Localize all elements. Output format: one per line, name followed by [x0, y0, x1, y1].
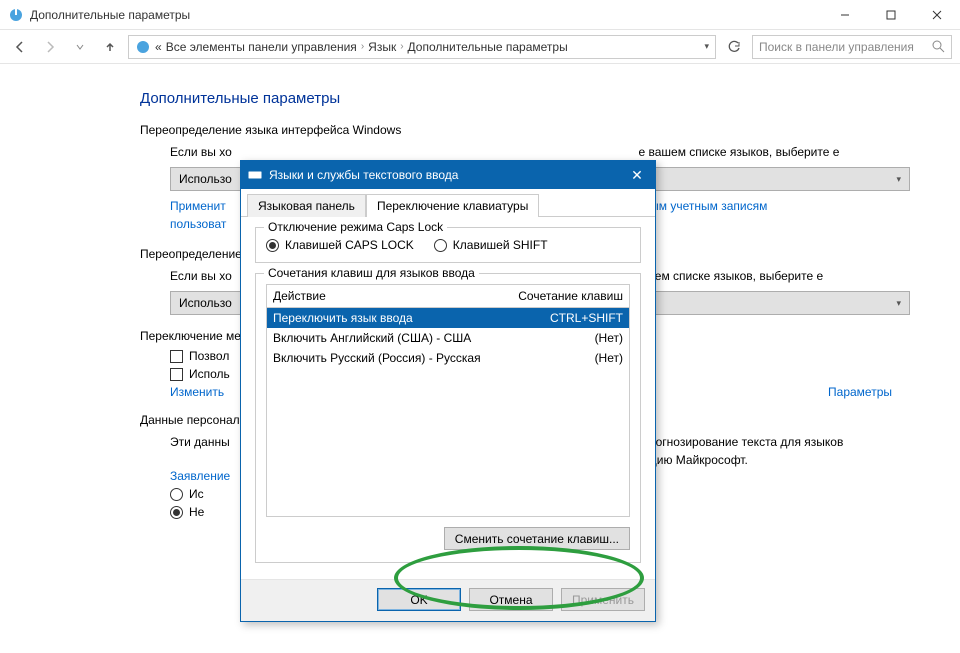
- dialog-buttons: OK Отмена Применить: [241, 579, 655, 621]
- breadcrumb[interactable]: « Все элементы панели управления › Язык …: [128, 35, 716, 59]
- change-key-sequence-button[interactable]: Сменить сочетание клавиш...: [444, 527, 630, 550]
- list-item[interactable]: Переключить язык ввода CTRL+SHIFT: [267, 308, 629, 328]
- control-panel-icon: [135, 39, 151, 55]
- maximize-button[interactable]: [868, 0, 914, 30]
- radio-icon: [170, 488, 183, 501]
- apply-link[interactable]: Применит: [170, 199, 226, 213]
- caps-lock-group: Отключение режима Caps Lock Клавишей CAP…: [255, 227, 641, 263]
- refresh-button[interactable]: [722, 35, 746, 59]
- hotkeys-group: Сочетания клавиш для языков ввода Действ…: [255, 273, 641, 563]
- radio-icon: [434, 239, 447, 252]
- control-panel-icon: [8, 7, 24, 23]
- chevron-down-icon[interactable]: ▾: [704, 41, 709, 52]
- checkbox-icon: [170, 350, 183, 363]
- radio-caps-lock-key[interactable]: Клавишей CAPS LOCK: [266, 238, 414, 252]
- breadcrumb-seg2[interactable]: Язык: [368, 40, 396, 54]
- cancel-button[interactable]: Отмена: [469, 588, 553, 611]
- list-item[interactable]: Включить Английский (США) - США (Нет): [267, 328, 629, 348]
- search-placeholder: Поиск в панели управления: [759, 40, 914, 54]
- combo-value: Использо: [179, 172, 232, 186]
- tab-keyboard-switch[interactable]: Переключение клавиатуры: [366, 194, 539, 217]
- radio-icon: [170, 506, 183, 519]
- section1-text: Если вы хо е вашем списке языков, выбери…: [170, 143, 906, 161]
- section-override-display-lang: Переопределение языка интерфейса Windows: [140, 123, 906, 137]
- radio-shift-key[interactable]: Клавишей SHIFT: [434, 238, 548, 252]
- chevron-right-icon: ›: [400, 41, 403, 52]
- ok-button[interactable]: OK: [377, 588, 461, 611]
- apply-button[interactable]: Применить: [561, 588, 645, 611]
- caps-lock-legend: Отключение режима Caps Lock: [264, 220, 447, 234]
- privacy-statement-link[interactable]: Заявление: [170, 469, 230, 483]
- hotkey-list-header: Действие Сочетание клавиш: [266, 284, 630, 307]
- combo-value: Использо: [179, 296, 232, 310]
- dialog-tabs: Языковая панель Переключение клавиатуры: [241, 189, 655, 217]
- breadcrumb-prefix: «: [155, 40, 162, 54]
- breadcrumb-seg3[interactable]: Дополнительные параметры: [408, 40, 568, 54]
- change-hotkeys-link[interactable]: Изменить: [170, 385, 224, 399]
- checkbox-icon: [170, 368, 183, 381]
- close-button[interactable]: [914, 0, 960, 30]
- page-title: Дополнительные параметры: [140, 90, 906, 107]
- forward-button[interactable]: [38, 35, 62, 59]
- col-action: Действие: [273, 289, 326, 303]
- window-titlebar: Дополнительные параметры: [0, 0, 960, 30]
- tab-language-bar[interactable]: Языковая панель: [247, 194, 366, 217]
- list-item[interactable]: Включить Русский (Россия) - Русская (Нет…: [267, 348, 629, 368]
- parameters-link[interactable]: Параметры: [828, 385, 892, 399]
- window-title: Дополнительные параметры: [30, 8, 822, 22]
- breadcrumb-seg1[interactable]: Все элементы панели управления: [166, 40, 357, 54]
- up-button[interactable]: [98, 35, 122, 59]
- nav-bar: « Все элементы панели управления › Язык …: [0, 30, 960, 64]
- search-input[interactable]: Поиск в панели управления: [752, 35, 952, 59]
- dialog-close-button[interactable]: ✕: [625, 167, 649, 184]
- users-link[interactable]: пользоват: [170, 217, 226, 231]
- chevron-right-icon: ›: [361, 41, 364, 52]
- chevron-down-icon: ▾: [896, 298, 901, 309]
- minimize-button[interactable]: [822, 0, 868, 30]
- col-combo: Сочетание клавиш: [518, 289, 623, 303]
- chevron-down-icon: ▾: [896, 174, 901, 185]
- hotkeys-legend: Сочетания клавиш для языков ввода: [264, 266, 479, 280]
- text-services-dialog: Языки и службы текстового ввода ✕ Языков…: [240, 160, 656, 622]
- recent-locations-button[interactable]: [68, 35, 92, 59]
- search-icon: [932, 40, 945, 53]
- radio-icon: [266, 239, 279, 252]
- dialog-title: Языки и службы текстового ввода: [269, 168, 625, 182]
- keyboard-icon: [247, 167, 263, 183]
- hotkey-list[interactable]: Переключить язык ввода CTRL+SHIFT Включи…: [266, 307, 630, 517]
- dialog-titlebar: Языки и службы текстового ввода ✕: [241, 161, 655, 189]
- back-button[interactable]: [8, 35, 32, 59]
